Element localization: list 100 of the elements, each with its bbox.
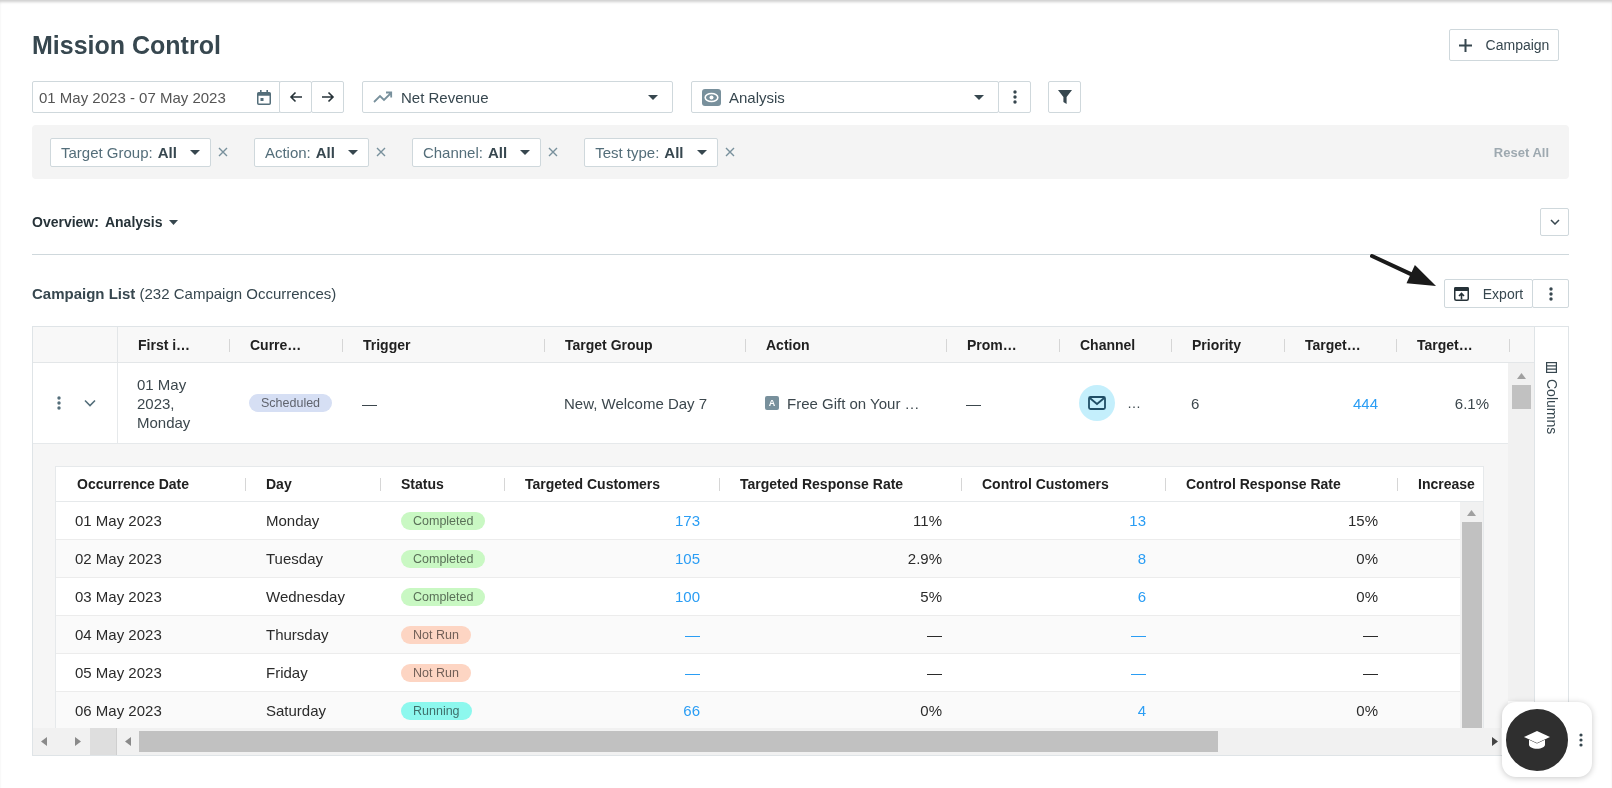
scroll-left-icon[interactable] [125, 737, 131, 746]
column-header[interactable]: First i… [118, 327, 230, 362]
action-name: Free Gift on Your … [787, 394, 920, 412]
scroll-right-icon[interactable] [1492, 737, 1498, 746]
table-cell-text: — [361, 393, 378, 414]
graduation-cap-icon [1523, 729, 1551, 750]
table-cell-text: — [965, 393, 982, 414]
column-header[interactable]: Prom… [947, 327, 1060, 362]
column-header[interactable]: Control Response Rate [1166, 467, 1398, 501]
column-header[interactable]: Targeted Customers [505, 467, 720, 501]
table-cell-text: Friday [265, 663, 309, 683]
column-header[interactable]: Target… [1285, 327, 1397, 362]
page-title: Mission Control [32, 30, 221, 61]
calendar-icon[interactable] [257, 89, 271, 105]
columns-icon [1546, 362, 1557, 373]
column-header[interactable]: Increase [1398, 467, 1483, 501]
filter-button[interactable] [1048, 81, 1081, 113]
metric-dropdown[interactable]: Net Revenue [362, 81, 673, 113]
column-header[interactable]: Control Customers [962, 467, 1166, 501]
table-cell-text: Wednesday [265, 587, 346, 607]
table-cell-text: 15% [1346, 511, 1379, 531]
view-dropdown[interactable]: Analysis [691, 81, 999, 113]
caret-down-icon [696, 149, 707, 155]
status-tag: Running [401, 701, 472, 720]
vertical-scrollbar[interactable] [1508, 363, 1534, 701]
table-cell-text: Monday [265, 511, 321, 531]
table-cell-text: Thursday [265, 625, 330, 645]
campaign-list-title: Campaign List (232 Campaign Occurrences) [32, 285, 337, 302]
table-cell-text: 06 May 2023 [74, 701, 163, 721]
table-cell-text: 01 May 2023, Monday [136, 374, 192, 433]
more-button[interactable] [998, 81, 1031, 113]
overview-label: Overview: [32, 214, 99, 230]
vertical-scrollbar[interactable] [1460, 502, 1483, 728]
collapse-button[interactable] [1540, 208, 1569, 236]
column-header[interactable]: Target… [1397, 327, 1510, 362]
filter-dropdown[interactable]: Action: All [253, 137, 369, 167]
close-icon [375, 147, 386, 157]
kebab-icon [57, 396, 61, 410]
column-header[interactable]: Day [246, 467, 381, 501]
next-button[interactable] [311, 81, 344, 113]
table-cell-text: 2.9% [906, 549, 943, 569]
table-cell-text: 0% [919, 701, 943, 721]
table-cell-text: — [1362, 625, 1379, 645]
action-type-tag: A [765, 396, 779, 410]
table-cell-text: 04 May 2023 [74, 625, 163, 645]
kebab-icon [1012, 90, 1017, 104]
scrollbar-thumb[interactable] [90, 728, 117, 755]
column-header[interactable]: Channel [1060, 327, 1172, 362]
date-range-field[interactable]: 01 May 2023 - 07 May 2023 [32, 81, 280, 113]
table-cell-text: New, Welcome Day 7 [563, 393, 709, 414]
table-cell-text: 0% [1355, 587, 1379, 607]
status-tag: Completed [401, 549, 486, 568]
table-cell-text: — [926, 625, 943, 645]
column-header[interactable]: Curre… [230, 327, 343, 362]
table-cell-text: — [1362, 663, 1379, 683]
kebab-icon [1579, 732, 1583, 747]
trend-line-icon [373, 91, 393, 103]
scroll-up-icon[interactable] [1467, 510, 1476, 516]
status-tag: Completed [401, 511, 486, 530]
scrollbar-thumb[interactable] [1511, 385, 1531, 409]
overview-dropdown[interactable]: Analysis [104, 214, 178, 230]
scrollbar-thumb[interactable] [139, 731, 1218, 752]
more-button[interactable] [1532, 279, 1569, 308]
table-cell-text: 11% [912, 511, 943, 531]
horizontal-scrollbar[interactable] [33, 728, 1501, 755]
export-button[interactable]: Export [1444, 279, 1533, 308]
status-tag: Not Run [401, 625, 471, 644]
filter-dropdown[interactable]: Channel: All [411, 137, 542, 167]
table-cell-text: 0% [1355, 549, 1379, 569]
table-cell-text: Saturday [265, 701, 328, 721]
scroll-up-icon[interactable] [1516, 373, 1526, 379]
table-cell-text: 05 May 2023 [74, 663, 163, 683]
previous-button[interactable] [279, 81, 312, 113]
envelope-icon [1079, 385, 1115, 421]
columns-tab[interactable]: Columns [1543, 360, 1560, 437]
column-header[interactable]: Status [381, 467, 505, 501]
column-header[interactable]: Target Group [545, 327, 746, 362]
table-cell-text: 01 May 2023 [74, 511, 163, 531]
chevron-down-icon [1549, 219, 1560, 225]
caret-down-icon [974, 94, 984, 100]
status-tag: Completed [401, 587, 486, 606]
status-tag: Scheduled [249, 394, 333, 412]
scroll-left-icon[interactable] [41, 737, 47, 746]
column-header[interactable]: Action [746, 327, 947, 362]
table-cell-text: — [926, 663, 943, 683]
column-header[interactable]: Priority [1172, 327, 1285, 362]
column-header[interactable]: Occurrence Date [56, 467, 246, 501]
column-header[interactable]: Targeted Response Rate [720, 467, 962, 501]
table-cell-text: 5% [919, 587, 943, 607]
caret-down-icon [168, 219, 178, 225]
table-cell-text: 6 [1190, 393, 1201, 414]
row-menu-button[interactable] [55, 394, 63, 412]
add-campaign-button[interactable]: Campaign [1449, 29, 1559, 61]
filter-dropdown[interactable]: Target Group: All [50, 137, 211, 167]
table-cell-text: 03 May 2023 [74, 587, 163, 607]
kebab-icon [1548, 286, 1553, 301]
filter-dropdown[interactable]: Test type: All [584, 137, 718, 167]
column-header[interactable]: Trigger [343, 327, 545, 362]
close-icon [217, 147, 228, 157]
scrollbar-thumb[interactable] [1461, 522, 1482, 728]
